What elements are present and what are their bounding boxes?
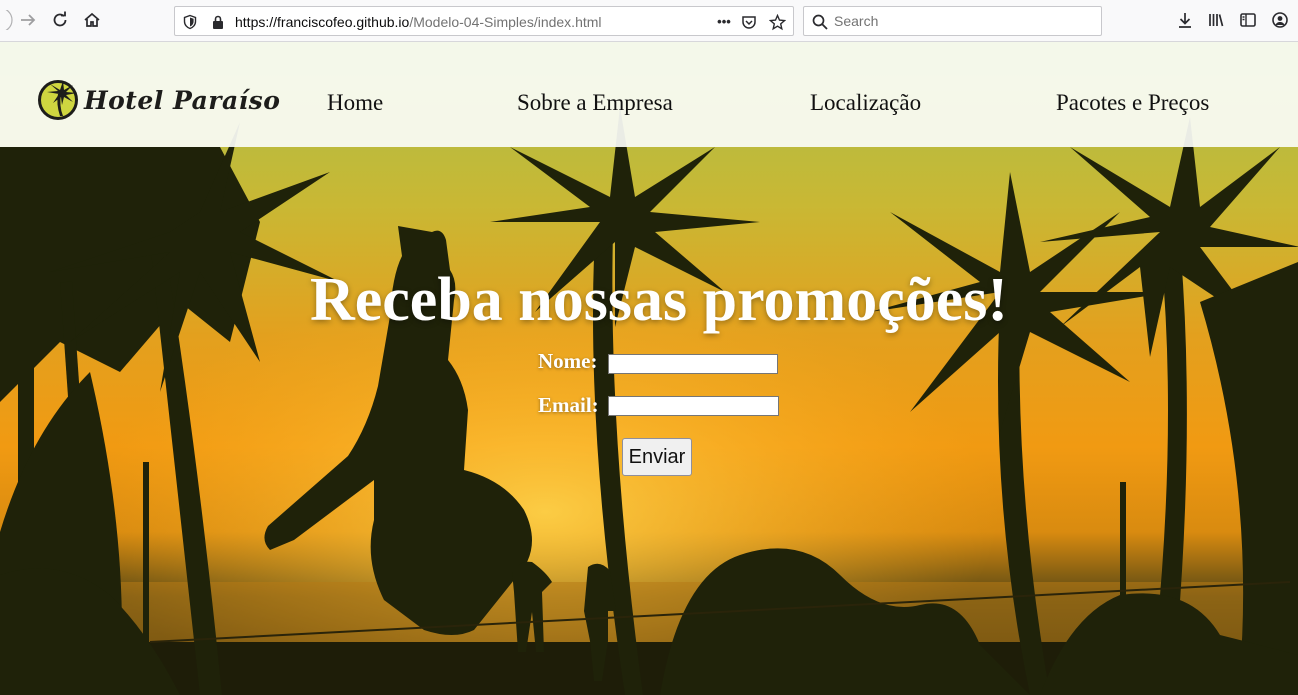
nav-home[interactable]: Home: [327, 90, 383, 116]
search-bar[interactable]: [803, 6, 1102, 36]
site-header: Hotel Paraíso Home Sobre a Empresa Local…: [0, 42, 1298, 147]
tracking-shield-icon[interactable]: [181, 13, 199, 31]
pocket-icon[interactable]: [740, 13, 758, 31]
name-label: Nome:: [538, 349, 598, 373]
library-icon: [1209, 14, 1224, 27]
url-text[interactable]: https://franciscofeo.github.io/Modelo-04…: [235, 14, 602, 30]
web-page: Hotel Paraíso Home Sobre a Empresa Local…: [0, 42, 1298, 695]
browser-toolbar: https://franciscofeo.github.io/Modelo-04…: [0, 0, 1298, 42]
forward-arrow-icon: [21, 14, 36, 26]
library-button[interactable]: [1204, 8, 1228, 32]
page-actions-button[interactable]: •••: [713, 12, 735, 30]
name-field[interactable]: [608, 354, 778, 374]
reload-icon: [53, 11, 67, 27]
enviar-button[interactable]: Enviar: [622, 438, 692, 476]
back-icon: [5, 10, 13, 30]
reload-button[interactable]: [48, 8, 72, 32]
nav-sobre-a-empresa[interactable]: Sobre a Empresa: [517, 90, 673, 116]
email-field[interactable]: [608, 396, 779, 416]
account-icon: [1272, 12, 1288, 28]
search-icon: [812, 14, 828, 30]
email-label: Email:: [538, 393, 599, 417]
home-icon: [84, 12, 100, 27]
url-host: https://franciscofeo.github.io: [235, 14, 410, 30]
bookmark-star-icon[interactable]: [768, 13, 786, 31]
promo-heading: Receba nossas promoções!: [309, 266, 1008, 334]
promo-heading-wrap: Receba nossas promoções!: [0, 260, 1298, 340]
site-logo[interactable]: Hotel Paraíso: [38, 78, 280, 122]
url-path: /Modelo-04-Simples/index.html: [409, 14, 602, 30]
home-button[interactable]: [80, 8, 104, 32]
sidebar-button[interactable]: [1236, 8, 1260, 32]
nav-pacotes-e-precos[interactable]: Pacotes e Preços: [1056, 90, 1209, 116]
account-button[interactable]: [1268, 8, 1292, 32]
download-icon: [1179, 13, 1191, 28]
forward-button[interactable]: [16, 8, 40, 32]
lock-icon[interactable]: [209, 13, 227, 31]
palm-tree-logo-icon: [38, 80, 78, 120]
back-button[interactable]: [0, 8, 16, 32]
search-input[interactable]: [834, 12, 1084, 30]
downloads-button[interactable]: [1173, 8, 1197, 32]
sidebar-icon: [1240, 13, 1256, 27]
nav-localizacao[interactable]: Localização: [810, 90, 921, 116]
site-logo-text: Hotel Paraíso: [84, 85, 281, 115]
address-bar[interactable]: https://franciscofeo.github.io/Modelo-04…: [174, 6, 794, 36]
